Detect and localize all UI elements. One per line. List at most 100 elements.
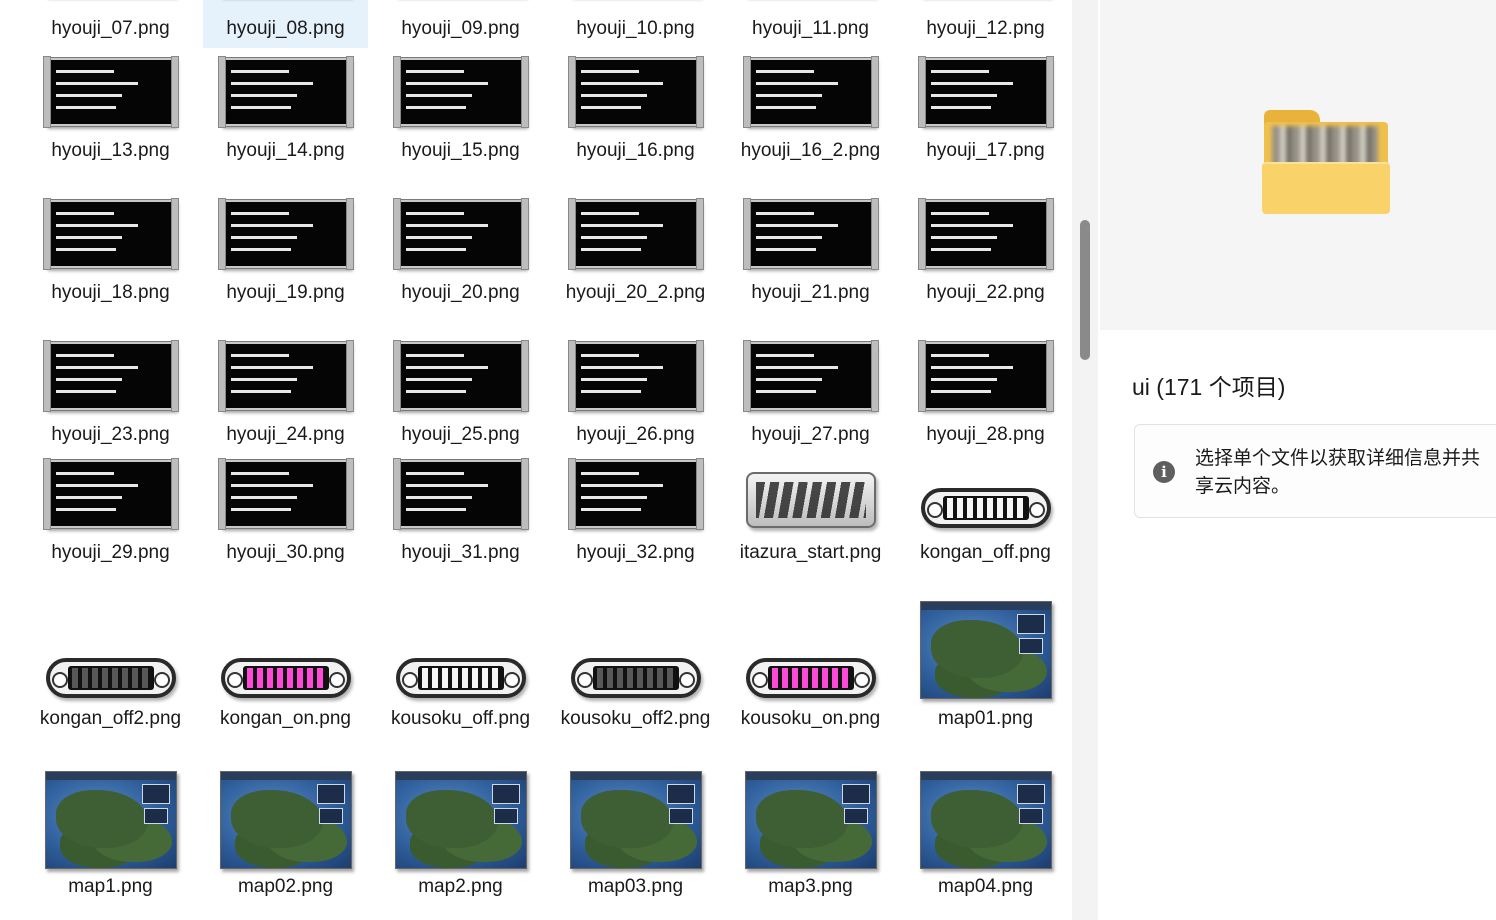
file-item[interactable]: kongan_off2.png — [28, 600, 193, 766]
file-name: hyouji_31.png — [401, 542, 520, 563]
file-name: hyouji_09.png — [401, 18, 520, 39]
file-item[interactable]: itazura_start.png — [728, 454, 893, 592]
thumbnail-image — [220, 658, 351, 698]
file-item[interactable]: map02.png — [203, 764, 368, 920]
file-item[interactable]: hyouji_13.png — [28, 52, 193, 190]
file-name: hyouji_24.png — [226, 424, 345, 445]
file-name: hyouji_10.png — [576, 18, 695, 39]
thumbnail-image — [745, 658, 876, 698]
thumbnail-image — [567, 340, 704, 412]
file-name: itazura_start.png — [739, 542, 882, 563]
file-name: hyouji_15.png — [401, 140, 520, 161]
file-item[interactable]: hyouji_17.png — [903, 52, 1068, 190]
scrollbar[interactable] — [1072, 0, 1098, 920]
thumbnail-image — [392, 56, 529, 128]
file-name: hyouji_20_2.png — [565, 282, 706, 303]
thumbnail-image — [569, 771, 702, 869]
thumbnail-image — [920, 488, 1051, 528]
file-name: map2.png — [418, 876, 503, 897]
file-name: hyouji_23.png — [51, 424, 170, 445]
thumbnail-image — [42, 198, 179, 270]
file-item[interactable]: hyouji_29.png — [28, 454, 193, 592]
file-item[interactable]: hyouji_16_2.png — [728, 52, 893, 190]
file-name: kongan_off.png — [920, 542, 1051, 563]
thumbnail-image — [745, 472, 876, 528]
file-name: kongan_off2.png — [39, 708, 182, 729]
file-item[interactable]: kousoku_off.png — [378, 600, 543, 766]
file-item[interactable]: hyouji_20.png — [378, 194, 543, 332]
file-name: hyouji_13.png — [51, 140, 170, 161]
file-item[interactable]: map1.png — [28, 764, 193, 920]
file-item[interactable]: hyouji_32.png — [553, 454, 718, 592]
file-item[interactable]: hyouji_09.png — [378, 0, 543, 48]
thumbnail-image — [45, 658, 176, 698]
file-item[interactable]: hyouji_30.png — [203, 454, 368, 592]
thumbnail-image — [217, 56, 354, 128]
file-name: hyouji_32.png — [576, 542, 695, 563]
thumbnail-image — [394, 771, 527, 869]
file-item[interactable]: hyouji_10.png — [553, 0, 718, 48]
file-name: kousoku_on.png — [740, 708, 881, 729]
file-item[interactable]: hyouji_18.png — [28, 194, 193, 332]
file-item[interactable]: kongan_on.png — [203, 600, 368, 766]
thumbnail-image — [44, 771, 177, 869]
file-item[interactable]: hyouji_08.png — [203, 0, 368, 48]
file-name: hyouji_20.png — [401, 282, 520, 303]
thumbnail-image — [42, 458, 179, 530]
thumbnail-image — [392, 198, 529, 270]
thumbnail-image — [570, 658, 701, 698]
thumbnail-image — [42, 56, 179, 128]
file-name: kongan_on.png — [219, 708, 351, 729]
file-item[interactable]: map2.png — [378, 764, 543, 920]
file-item[interactable]: kongan_off.png — [903, 454, 1068, 592]
file-name: hyouji_17.png — [926, 140, 1045, 161]
file-name: hyouji_08.png — [226, 18, 345, 39]
file-item[interactable]: hyouji_22.png — [903, 194, 1068, 332]
file-name: hyouji_12.png — [926, 18, 1045, 39]
file-name: hyouji_26.png — [576, 424, 695, 445]
file-item[interactable]: hyouji_21.png — [728, 194, 893, 332]
file-item[interactable]: map3.png — [728, 764, 893, 920]
file-item[interactable]: map01.png — [903, 600, 1068, 766]
file-name: hyouji_22.png — [926, 282, 1045, 303]
file-grid[interactable]: hyouji_07.png hyouji_08.png hyouji_09.png h… — [0, 0, 1072, 920]
file-name: hyouji_11.png — [752, 18, 869, 39]
file-name: hyouji_07.png — [51, 18, 170, 39]
thumbnail-image — [919, 601, 1052, 699]
file-name: hyouji_19.png — [226, 282, 345, 303]
info-card: i 选择单个文件以获取详细信息并共享云内容。 — [1134, 424, 1496, 518]
file-item[interactable]: hyouji_07.png — [28, 0, 193, 48]
folder-icon — [1262, 110, 1390, 214]
file-name: kousoku_off.png — [390, 708, 531, 729]
file-item[interactable]: map03.png — [553, 764, 718, 920]
thumbnail-image — [217, 458, 354, 530]
file-name: map1.png — [68, 876, 153, 897]
file-name: map02.png — [237, 876, 334, 897]
file-item[interactable]: kousoku_on.png — [728, 600, 893, 766]
file-name: kousoku_off2.png — [560, 708, 711, 729]
details-pane: ui (171 个项目) i 选择单个文件以获取详细信息并共享云内容。 — [1100, 0, 1496, 920]
file-item[interactable]: hyouji_31.png — [378, 454, 543, 592]
file-item[interactable]: hyouji_11.png — [728, 0, 893, 48]
file-item[interactable]: kousoku_off2.png — [553, 600, 718, 766]
file-item[interactable]: hyouji_14.png — [203, 52, 368, 190]
thumbnail-image — [744, 771, 877, 869]
file-item[interactable]: hyouji_15.png — [378, 52, 543, 190]
thumbnail-image — [567, 458, 704, 530]
details-title: ui (171 个项目) — [1132, 374, 1286, 400]
thumbnail-image — [219, 771, 352, 869]
file-name: hyouji_18.png — [51, 282, 170, 303]
file-item[interactable]: hyouji_16.png — [553, 52, 718, 190]
file-item[interactable]: map04.png — [903, 764, 1068, 920]
file-name: hyouji_16_2.png — [740, 140, 881, 161]
file-name: hyouji_14.png — [226, 140, 345, 161]
file-item[interactable]: hyouji_12.png — [903, 0, 1068, 48]
thumbnail-image — [395, 658, 526, 698]
info-icon: i — [1153, 461, 1175, 483]
file-item[interactable]: hyouji_20_2.png — [553, 194, 718, 332]
file-name: hyouji_28.png — [926, 424, 1045, 445]
file-item[interactable]: hyouji_19.png — [203, 194, 368, 332]
thumbnail-image — [217, 340, 354, 412]
scroll-thumb[interactable] — [1080, 220, 1090, 360]
file-name: hyouji_25.png — [401, 424, 520, 445]
